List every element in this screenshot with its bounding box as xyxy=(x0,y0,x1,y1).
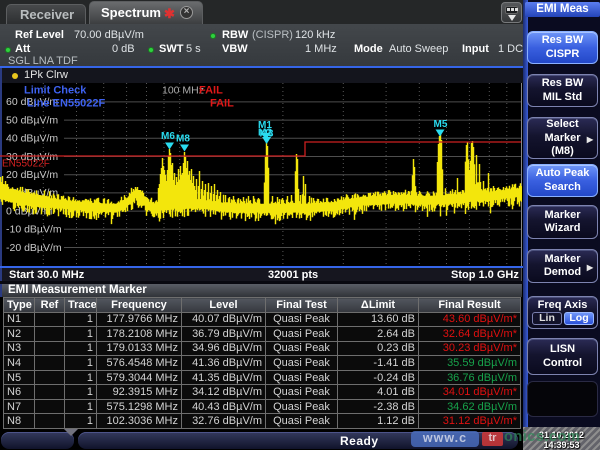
svg-text:40 dBµV/m: 40 dBµV/m xyxy=(6,133,58,145)
svg-text:Line EN55022F: Line EN55022F xyxy=(27,98,106,110)
svg-text:M5: M5 xyxy=(434,119,448,130)
svg-text:EN55022F: EN55022F xyxy=(2,159,50,170)
svg-text:M8: M8 xyxy=(176,134,190,145)
svg-text:-10 dBµV/m: -10 dBµV/m xyxy=(6,224,62,236)
svg-text:Limit Check: Limit Check xyxy=(24,85,87,97)
svg-text:M6: M6 xyxy=(161,131,175,142)
svg-text:M3: M3 xyxy=(260,129,274,140)
svg-text:-20 dBµV/m: -20 dBµV/m xyxy=(6,242,62,254)
svg-text:FAIL: FAIL xyxy=(210,98,234,110)
svg-text:20 dBµV/m: 20 dBµV/m xyxy=(6,169,58,181)
svg-text:FAIL: FAIL xyxy=(199,85,223,97)
svg-text:100 MHz: 100 MHz xyxy=(162,85,204,97)
svg-text:50 dBµV/m: 50 dBµV/m xyxy=(6,114,58,126)
